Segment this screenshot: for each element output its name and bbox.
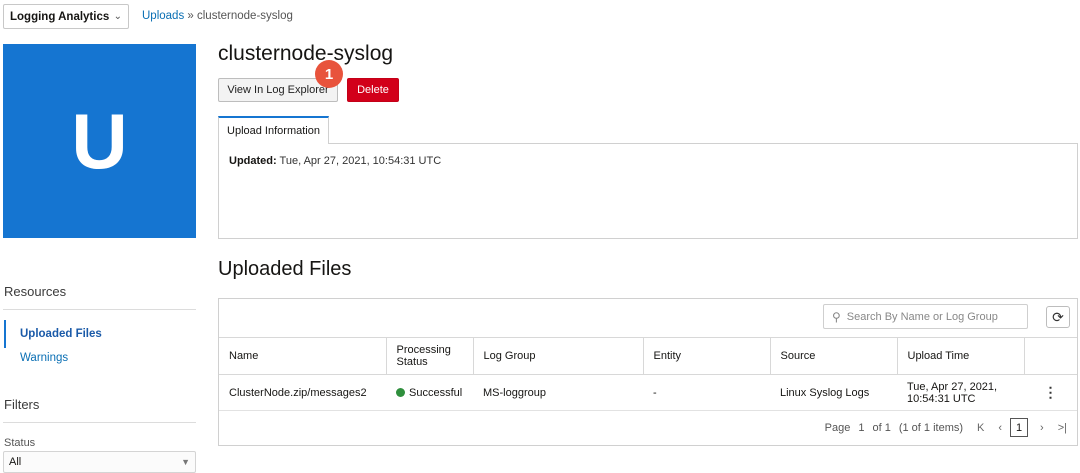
previous-page-icon[interactable]: ‹ [998,422,1002,434]
resource-tile-letter: U [71,96,128,185]
resource-tile: U [3,44,196,238]
page-title: clusternode-syslog [218,42,394,65]
col-log-group[interactable]: Log Group [473,337,644,375]
cell-name: ClusterNode.zip/messages2 [219,374,386,411]
refresh-button[interactable]: ⟳ [1046,306,1070,328]
divider [3,422,196,423]
upload-info-panel: Updated: Tue, Apr 27, 2021, 10:54:31 UTC [218,143,1078,239]
table-row: ClusterNode.zip/messages2 Successful MS-… [219,374,1077,411]
col-name[interactable]: Name [219,337,387,375]
service-select[interactable]: Logging Analytics ⌄ [3,4,129,29]
last-page-icon[interactable]: >| [1058,422,1067,434]
col-source[interactable]: Source [770,337,898,375]
updated-label: Updated: [229,155,277,167]
files-grid: Name Processing Status Log Group Entity … [219,337,1077,411]
tab-upload-information[interactable]: Upload Information [218,116,329,144]
step-badge: 1 [315,60,343,88]
active-indicator [4,320,6,348]
pager-of-total: of 1 [872,421,891,434]
sidebar-item-warnings[interactable]: Warnings [20,352,68,364]
pager-page-number[interactable]: 1 [858,422,864,434]
uploaded-files-title: Uploaded Files [218,258,352,280]
status-filter-label: Status [4,437,36,449]
search-placeholder: Search By Name or Log Group [846,310,998,323]
service-select-label: Logging Analytics [10,10,110,23]
breadcrumb: Uploads » clusternode-syslog [142,10,293,22]
col-entity[interactable]: Entity [643,337,771,375]
col-processing-status[interactable]: Processing Status [386,337,474,375]
breadcrumb-uploads-link[interactable]: Uploads [142,10,184,22]
resources-heading: Resources [4,284,67,299]
success-status-icon [396,387,405,397]
uploaded-files-table: ⚲ Search By Name or Log Group ⟳ Name Pro… [218,298,1078,446]
col-actions [1024,337,1077,375]
cell-upload-time: Tue, Apr 27, 2021, 10:54:31 UTC [897,374,1024,411]
pager-page-label: Page [824,421,851,434]
search-input[interactable]: ⚲ Search By Name or Log Group [823,304,1028,329]
cell-log-group: MS-loggroup [473,374,643,411]
caret-down-icon: ▼ [181,457,190,467]
col-upload-time[interactable]: Upload Time [897,337,1025,375]
pager-item-count: (1 of 1 items) [898,421,964,434]
chevron-down-icon: ⌄ [113,11,122,22]
refresh-icon: ⟳ [1052,308,1064,325]
search-icon: ⚲ [832,309,841,324]
pagination: Page 1 of 1 (1 of 1 items) K ‹ 1 › >| [817,418,1067,437]
status-filter-value: All [9,456,22,468]
next-page-icon[interactable]: › [1040,422,1044,434]
table-header-row: Name Processing Status Log Group Entity … [219,337,1077,375]
breadcrumb-separator: » [184,10,197,22]
breadcrumb-current: clusternode-syslog [197,10,293,22]
cell-status: Successful [386,374,473,411]
delete-button[interactable]: Delete [347,78,399,102]
cell-status-text: Successful [409,386,463,399]
current-page-box[interactable]: 1 [1010,418,1029,437]
divider [3,309,196,310]
cell-entity: - [643,374,770,411]
updated-value: Tue, Apr 27, 2021, 10:54:31 UTC [276,155,442,167]
row-actions-icon[interactable]: ⋮ [1024,374,1077,411]
sidebar-item-uploaded-files[interactable]: Uploaded Files [20,328,102,340]
cell-source: Linux Syslog Logs [770,374,897,411]
status-filter-select[interactable]: All ▼ [3,451,196,473]
first-page-icon[interactable]: K [977,422,984,434]
filters-heading: Filters [4,397,40,412]
